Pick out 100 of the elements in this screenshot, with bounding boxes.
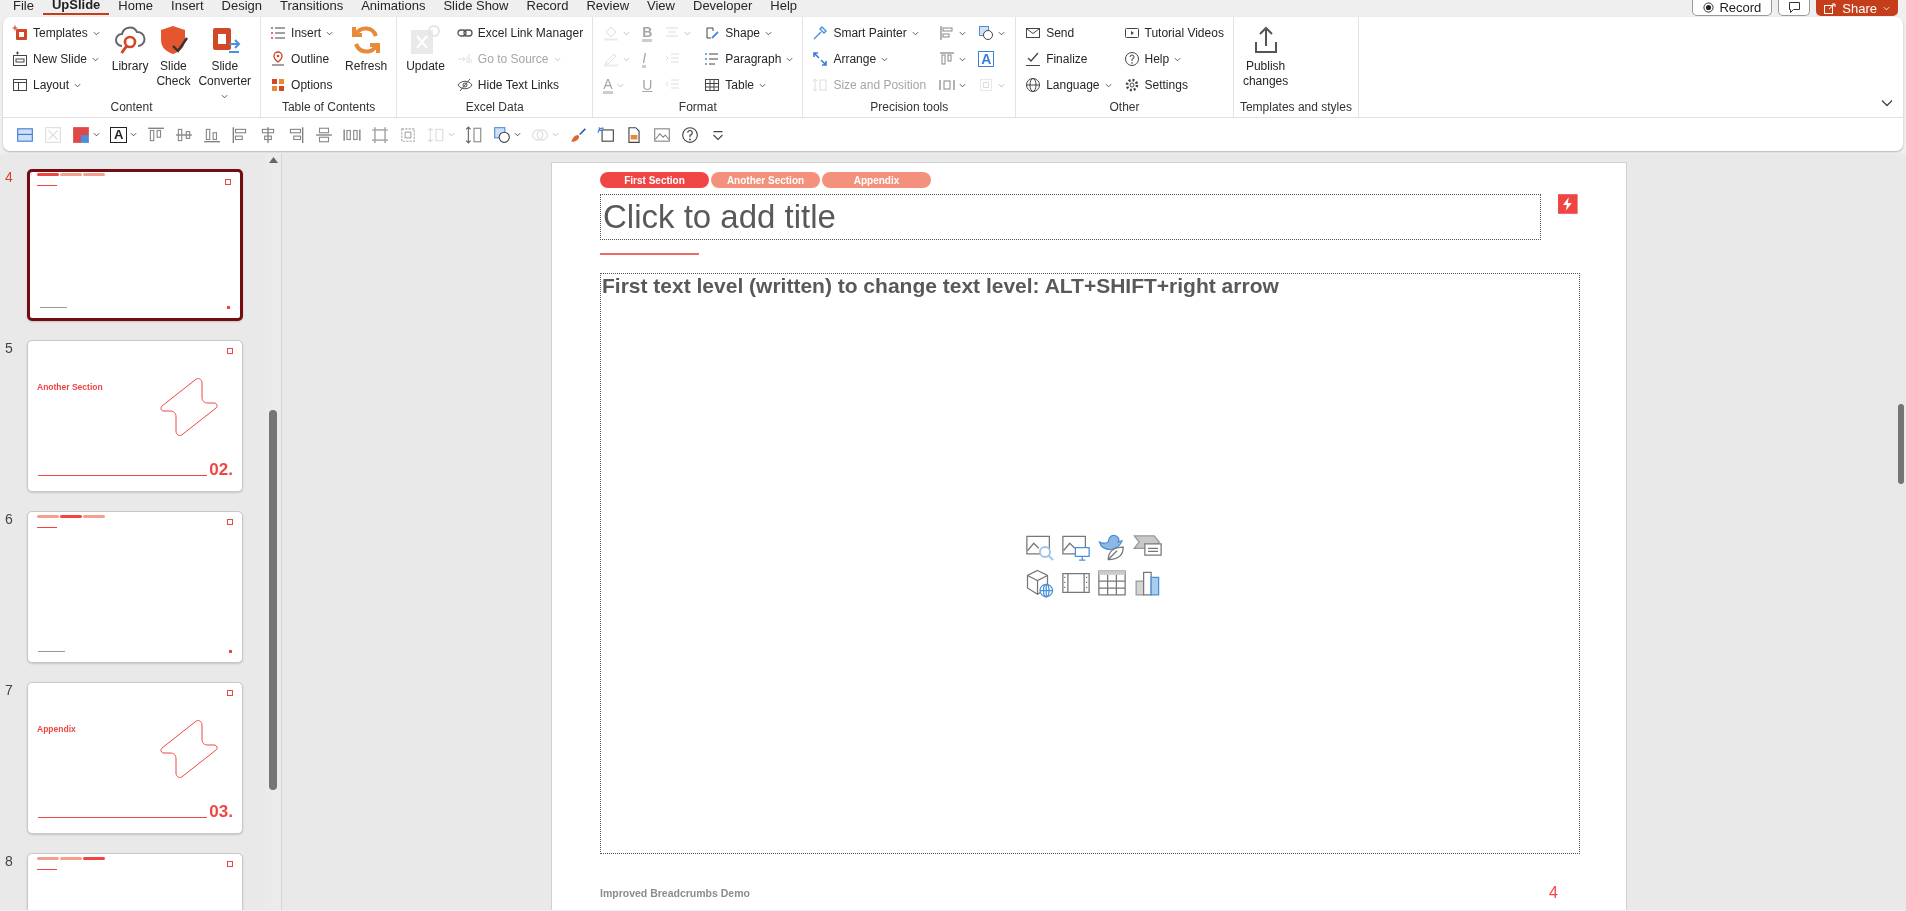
caret-icon (1104, 81, 1112, 89)
ribbon-button[interactable]: Table (701, 72, 797, 98)
dropper-icon (812, 25, 829, 41)
scroll-thumb[interactable] (1898, 404, 1904, 484)
share-button[interactable]: Share (1816, 0, 1898, 16)
layout-icon (16, 125, 34, 144)
footer-text: Improved Breadcrumbs Demo (600, 887, 750, 899)
ribbon-button[interactable]: Smart Painter (809, 20, 930, 46)
content-placeholder[interactable]: First text level (written) to change text level: ALT+SHIFT+right arrow (600, 273, 1580, 854)
ribbon-button[interactable]: Tutorial Videos (1120, 20, 1227, 46)
chevron-icon[interactable] (1881, 99, 1893, 107)
ribbon-button[interactable]: Publish changes (1239, 20, 1292, 89)
section-title: Appendix (37, 724, 77, 734)
menu-tab[interactable]: Help (761, 0, 806, 16)
slide-number: 5 (4, 340, 14, 356)
menu-tab[interactable]: File (4, 0, 43, 16)
ribbon-button[interactable]: Excel Link Manager (453, 20, 587, 46)
caret-icon (221, 93, 229, 100)
ribbon-button[interactable]: Slide Check (153, 20, 194, 104)
slide-thumbnail[interactable]: Appendix 03. (27, 682, 243, 834)
caret-icon (92, 29, 100, 37)
ribbon-button[interactable]: Templates (9, 20, 103, 46)
paragraph-list-icon (704, 51, 721, 67)
accent-line (37, 527, 57, 528)
ribbon-button[interactable]: Help (1120, 46, 1227, 72)
ribbon-button[interactable]: Layout (9, 72, 103, 98)
comments-button[interactable] (1778, 0, 1811, 16)
menu-tab[interactable]: Review (577, 0, 639, 16)
caret-icon (616, 81, 624, 89)
menu-tab[interactable]: Animations (352, 0, 435, 16)
ribbon-button[interactable]: Settings (1120, 72, 1227, 98)
scroll-thumb[interactable] (269, 410, 277, 790)
ribbon-button[interactable]: Finalize (1022, 46, 1115, 72)
new-slide-icon (12, 51, 28, 67)
color-squares-icon (72, 125, 90, 144)
pin-icon (270, 51, 287, 67)
record-button[interactable]: Record (1692, 0, 1773, 16)
menu-tab[interactable]: Developer (684, 0, 762, 16)
menu-tab[interactable]: Transitions (271, 0, 353, 16)
menu-tab[interactable]: Home (109, 0, 163, 16)
bird-leaf-icon[interactable] (1097, 532, 1127, 562)
ribbon-button[interactable]: Shape (701, 20, 797, 46)
slide-thumbnail[interactable] (27, 169, 243, 321)
document-arrow-icon (597, 125, 616, 144)
bolt-outline-drawing (160, 377, 218, 437)
ribbon-button[interactable]: Language (1022, 72, 1115, 98)
ribbon-button[interactable]: Slide Converter (195, 20, 255, 104)
table-icon[interactable] (1097, 568, 1127, 598)
ribbon-button[interactable]: Paragraph (701, 46, 797, 72)
ribbon-button[interactable]: Refresh (342, 20, 391, 74)
section-number: 03. (209, 804, 233, 820)
menu-tab[interactable]: Insert (162, 0, 213, 16)
align-top-icon (939, 51, 956, 67)
caret-icon (959, 29, 967, 37)
toolbar-button[interactable]: A (105, 121, 143, 148)
menu-tab[interactable]: Record (517, 0, 578, 16)
title-placeholder[interactable]: Click to add title (600, 194, 1542, 240)
slide-thumbnail[interactable]: Another Section 02. (27, 340, 243, 492)
spreadsheet-icon (409, 24, 442, 56)
hidden-eye-icon (456, 77, 473, 93)
ribbon-button[interactable]: A (974, 46, 1010, 72)
menu-tab[interactable]: UpSlide (42, 0, 110, 15)
logo-mark (227, 519, 233, 525)
ribbon-button[interactable]: Options (267, 72, 337, 98)
ribbon-button[interactable]: Arrange (809, 46, 930, 72)
menu-tab[interactable]: Design (212, 0, 272, 16)
resize-icon (427, 125, 446, 144)
ribbon-button[interactable]: Send (1022, 20, 1115, 46)
caret-icon (514, 131, 522, 138)
scroll-up-icon[interactable] (268, 157, 278, 163)
slide-number: 6 (4, 511, 14, 527)
ribbon-button[interactable]: Insert (267, 20, 337, 46)
footer-mark (38, 651, 65, 652)
play-icon (1123, 25, 1140, 41)
bolt-outline-drawing (160, 719, 218, 779)
caret-icon (998, 29, 1006, 37)
settings-icon (1123, 77, 1140, 93)
caret-icon (959, 81, 967, 89)
ribbon-button[interactable]: Hide Text Links (453, 72, 587, 98)
record-icon (1703, 2, 1715, 13)
shape-circle-icon (493, 125, 512, 144)
align-left-icon (939, 25, 956, 41)
stack-icon (315, 125, 334, 144)
menu-tab[interactable]: View (638, 0, 684, 16)
logo-mark (227, 348, 233, 354)
group-label: Table of Contents (280, 99, 377, 116)
ribbon-button[interactable]: New Slide (9, 46, 103, 72)
pen-icon (603, 51, 620, 67)
picture-icon (653, 125, 672, 144)
breadcrumb-tab[interactable]: First Section (600, 172, 709, 188)
cube-globe-icon[interactable] (1025, 568, 1055, 598)
caret-icon (92, 55, 100, 63)
caret-icon (765, 29, 773, 37)
help-icon (681, 125, 700, 144)
caret-icon (1883, 4, 1890, 12)
check-icon (1025, 51, 1042, 67)
ribbon-button[interactable]: Outline (267, 46, 337, 72)
caret-icon (623, 29, 631, 37)
menu-tab[interactable]: Slide Show (434, 0, 518, 16)
shape-pen-icon (704, 25, 721, 41)
